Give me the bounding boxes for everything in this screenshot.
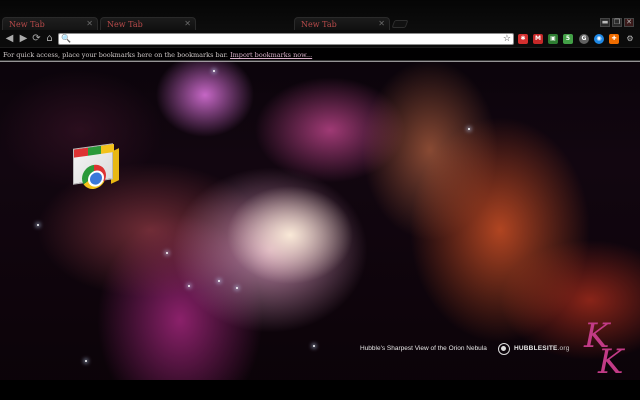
star	[218, 280, 220, 282]
tab-title: New Tab	[107, 20, 143, 29]
star	[236, 287, 238, 289]
monogram-k-lower: K	[598, 342, 624, 382]
hubblesite-logo-icon	[498, 343, 510, 355]
browser-toolbar: ◀ ▶ ⟳ ⌂ 🔍 ☆ ✱ M ▣ 5 G ◉ ✚ ⚙	[0, 30, 640, 50]
bottom-bar	[0, 380, 640, 400]
ext-image-icon[interactable]: ▣	[548, 34, 558, 44]
star	[213, 70, 215, 72]
tab-new-tab-3[interactable]: New Tab ✕	[294, 17, 390, 30]
tab-close-icon[interactable]: ✕	[378, 19, 385, 28]
tab-new-tab-2[interactable]: New Tab ✕	[100, 17, 196, 30]
ext-globe-icon[interactable]: ◉	[594, 34, 604, 44]
restore-button[interactable]: ❐	[612, 18, 622, 27]
hubblesite-label: HUBBLESITE.org	[514, 345, 570, 352]
hubblesite-suffix: .org	[557, 345, 570, 352]
ext-orange-icon[interactable]: ✚	[609, 34, 619, 44]
close-button[interactable]: ✕	[624, 18, 634, 27]
bag-stripe-yellow	[101, 144, 114, 154]
window-controls: ▬ ❐ ✕	[600, 18, 634, 27]
bookmark-star-icon[interactable]: ☆	[503, 33, 511, 44]
divider	[0, 61, 640, 62]
ext-feed-icon[interactable]: 5	[563, 34, 573, 44]
ext-red-icon[interactable]: ✱	[518, 34, 528, 44]
hubblesite-name: HUBBLESITE	[514, 345, 558, 352]
forward-button[interactable]: ▶	[18, 33, 29, 44]
import-bookmarks-link[interactable]: Import bookmarks now...	[230, 51, 312, 59]
bag-stripe-green	[88, 145, 101, 156]
tab-close-icon[interactable]: ✕	[184, 19, 191, 28]
star	[188, 285, 190, 287]
star	[468, 128, 470, 130]
ext-google-icon[interactable]: G	[579, 34, 589, 44]
bookmark-bar-message: For quick access, place your bookmarks h…	[3, 51, 228, 59]
minimize-button[interactable]: ▬	[600, 18, 610, 27]
star	[85, 360, 87, 362]
tab-title: New Tab	[301, 20, 337, 29]
star	[37, 224, 39, 226]
ext-gmail-icon[interactable]: M	[533, 34, 543, 44]
star	[313, 345, 315, 347]
wrench-icon[interactable]: ⚙	[625, 34, 635, 44]
tab-new-tab-1[interactable]: New Tab ✕	[2, 17, 98, 30]
wallpaper-caption: Hubble's Sharpest View of the Orion Nebu…	[360, 345, 487, 352]
back-button[interactable]: ◀	[4, 33, 15, 44]
web-store-app-icon[interactable]	[70, 140, 119, 191]
home-button[interactable]: ⌂	[44, 33, 55, 44]
bag-stripe-red	[74, 147, 88, 158]
bookmark-bar: For quick access, place your bookmarks h…	[0, 48, 640, 61]
search-icon: 🔍	[61, 34, 71, 43]
chrome-logo-icon	[82, 163, 106, 191]
tab-close-icon[interactable]: ✕	[86, 19, 93, 28]
tab-title: New Tab	[9, 20, 45, 29]
new-tab-button[interactable]	[391, 20, 409, 28]
reload-button[interactable]: ⟳	[31, 33, 42, 44]
tab-strip: New Tab ✕ New Tab ✕ New Tab ✕ ▬ ❐ ✕	[0, 0, 640, 30]
theme-monogram-logo: K K	[584, 319, 636, 382]
omnibox[interactable]: 🔍 ☆	[58, 33, 514, 50]
star	[166, 252, 168, 254]
shopping-bag-icon	[73, 143, 114, 191]
